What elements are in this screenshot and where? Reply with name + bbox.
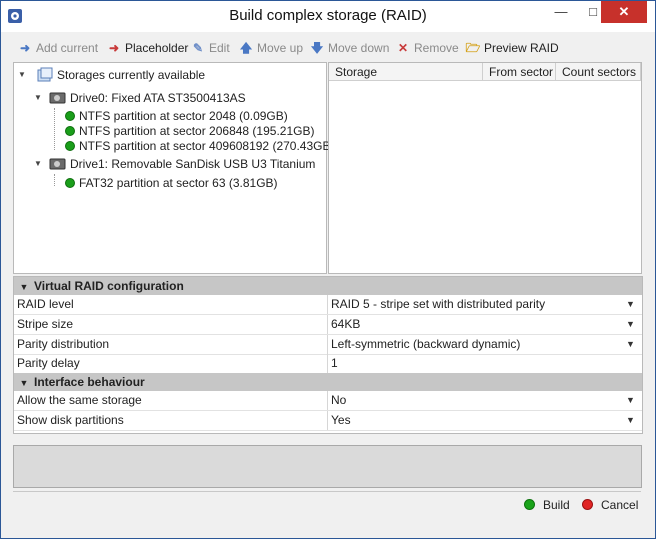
drive0-label: Drive0: Fixed ATA ST3500413AS (70, 91, 246, 105)
property-row-stripe-size[interactable]: Stripe size 64KB ▼ (14, 315, 642, 335)
preview-raid-label: Preview RAID (484, 41, 559, 55)
move-down-button[interactable]: 🡇 Move down (309, 37, 390, 59)
edit-label: Edit (209, 41, 230, 55)
hard-drive-icon (49, 158, 66, 170)
dropdown-arrow-icon[interactable]: ▼ (626, 411, 635, 430)
remove-button[interactable]: ✕ Remove (395, 37, 459, 59)
column-splitter (327, 335, 328, 354)
property-row-raid-level[interactable]: RAID level RAID 5 - stripe set with dist… (14, 295, 642, 315)
stripe-size-select[interactable]: 64KB (331, 315, 360, 334)
property-name: RAID level (17, 297, 74, 311)
cancel-red-dot-icon (582, 499, 593, 510)
dropdown-arrow-icon[interactable]: ▼ (626, 315, 635, 334)
storage-tree: ▼ Storages currently available ▼ Drive0:… (13, 62, 334, 274)
arrow-down-icon: 🡇 (310, 41, 324, 55)
arrow-up-icon: 🡅 (239, 41, 253, 55)
property-name: Stripe size (17, 317, 74, 331)
status-dot-green-icon (65, 141, 75, 151)
preview-folder-icon: 🗁 (465, 41, 481, 55)
status-dot-green-icon (65, 178, 75, 188)
cancel-label: Cancel (601, 498, 639, 512)
edit-document-icon: ✎ (192, 41, 204, 55)
collapse-icon[interactable]: ▼ (34, 90, 44, 106)
column-splitter (327, 354, 328, 373)
remove-label: Remove (414, 41, 459, 55)
property-row-show-disk-partitions[interactable]: Show disk partitions Yes ▼ (14, 411, 642, 431)
cancel-button[interactable]: Cancel (582, 496, 638, 514)
property-name: Show disk partitions (17, 413, 124, 427)
move-up-button[interactable]: 🡅 Move up (238, 37, 303, 59)
edit-button[interactable]: ✎ Edit (190, 37, 230, 59)
group-title: Interface behaviour (34, 375, 145, 389)
dropdown-arrow-icon[interactable]: ▼ (626, 335, 635, 354)
property-row-parity-distribution[interactable]: Parity distribution Left-symmetric (back… (14, 335, 642, 355)
show-disk-partitions-select[interactable]: Yes (331, 411, 351, 430)
column-header-storage[interactable]: Storage (329, 63, 483, 81)
raid-dialog-window: Build complex storage (RAID) — □ ✕ ➜ Add … (0, 0, 656, 539)
storages-icon (37, 67, 53, 82)
tree-partition[interactable]: FAT32 partition at sector 63 (3.81GB) (65, 175, 278, 191)
placeholder-button[interactable]: ➜ Placeholder (106, 37, 188, 59)
raid-storage-list: Storage From sector Count sectors (328, 62, 642, 274)
title-bar: Build complex storage (RAID) — □ ✕ (1, 1, 655, 32)
build-green-dot-icon (524, 499, 535, 510)
footer-divider (13, 491, 641, 492)
allow-same-storage-select[interactable]: No (331, 391, 346, 410)
property-grid: ▼ Virtual RAID configuration RAID level R… (13, 276, 643, 434)
column-splitter (327, 391, 328, 410)
group-title: Virtual RAID configuration (34, 279, 184, 293)
tree-partition[interactable]: NTFS partition at sector 409608192 (270.… (65, 138, 334, 154)
partition-label: NTFS partition at sector 409608192 (270.… (79, 139, 335, 153)
partition-label: NTFS partition at sector 2048 (0.09GB) (79, 109, 288, 123)
move-up-label: Move up (257, 41, 304, 55)
property-name: Allow the same storage (17, 393, 142, 407)
column-splitter (327, 411, 328, 430)
collapse-icon[interactable]: ▼ (14, 374, 34, 392)
status-dot-green-icon (65, 111, 75, 121)
partition-label: FAT32 partition at sector 63 (3.81GB) (79, 176, 278, 190)
collapse-icon[interactable]: ▼ (34, 156, 44, 172)
description-panel (13, 445, 642, 488)
property-name: Parity delay (17, 356, 80, 370)
add-current-button[interactable]: ➜ Add current (17, 37, 98, 59)
parity-distribution-select[interactable]: Left-symmetric (backward dynamic) (331, 335, 520, 354)
tree-root-label: Storages currently available (57, 68, 206, 82)
property-row-parity-delay[interactable]: Parity delay 1 (14, 354, 642, 374)
group-interface-behaviour[interactable]: ▼ Interface behaviour (14, 373, 642, 391)
add-current-label: Add current (36, 41, 99, 55)
dropdown-arrow-icon[interactable]: ▼ (626, 391, 635, 410)
remove-x-icon: ✕ (397, 41, 409, 55)
tree-partition[interactable]: NTFS partition at sector 206848 (195.21G… (65, 123, 314, 139)
partition-label: NTFS partition at sector 206848 (195.21G… (79, 124, 315, 138)
preview-raid-button[interactable]: 🗁 Preview RAID (465, 37, 559, 59)
build-label: Build (543, 498, 570, 512)
column-splitter (327, 295, 328, 314)
close-button[interactable]: ✕ (601, 1, 647, 23)
property-name: Parity distribution (17, 337, 110, 351)
build-button[interactable]: Build (524, 496, 570, 514)
raid-level-select[interactable]: RAID 5 - stripe set with distributed par… (331, 295, 545, 314)
tree-connector (54, 174, 55, 186)
move-down-label: Move down (328, 41, 390, 55)
drive1-label: Drive1: Removable SanDisk USB U3 Titaniu… (70, 157, 316, 171)
tree-partition[interactable]: NTFS partition at sector 2048 (0.09GB) (65, 108, 288, 124)
property-row-allow-same-storage[interactable]: Allow the same storage No ▼ (14, 391, 642, 411)
hard-drive-icon (49, 92, 66, 104)
status-dot-green-icon (65, 126, 75, 136)
parity-delay-field[interactable]: 1 (331, 354, 338, 373)
dropdown-arrow-icon[interactable]: ▼ (626, 295, 635, 314)
arrow-right-icon: ➜ (19, 41, 31, 55)
tree-connector (54, 108, 55, 150)
arrow-right-red-icon: ➜ (108, 41, 120, 55)
minimize-button[interactable]: — (547, 1, 575, 23)
column-header-from-sector[interactable]: From sector (483, 63, 556, 81)
column-splitter (327, 315, 328, 334)
collapse-icon[interactable]: ▼ (18, 67, 28, 83)
column-header-count-sectors[interactable]: Count sectors (556, 63, 641, 81)
group-virtual-raid[interactable]: ▼ Virtual RAID configuration (14, 277, 642, 295)
toolbar: ➜ Add current ➜ Placeholder ✎ Edit 🡅 Move up… (13, 37, 643, 59)
collapse-icon[interactable]: ▼ (14, 278, 34, 296)
placeholder-label: Placeholder (125, 41, 189, 55)
